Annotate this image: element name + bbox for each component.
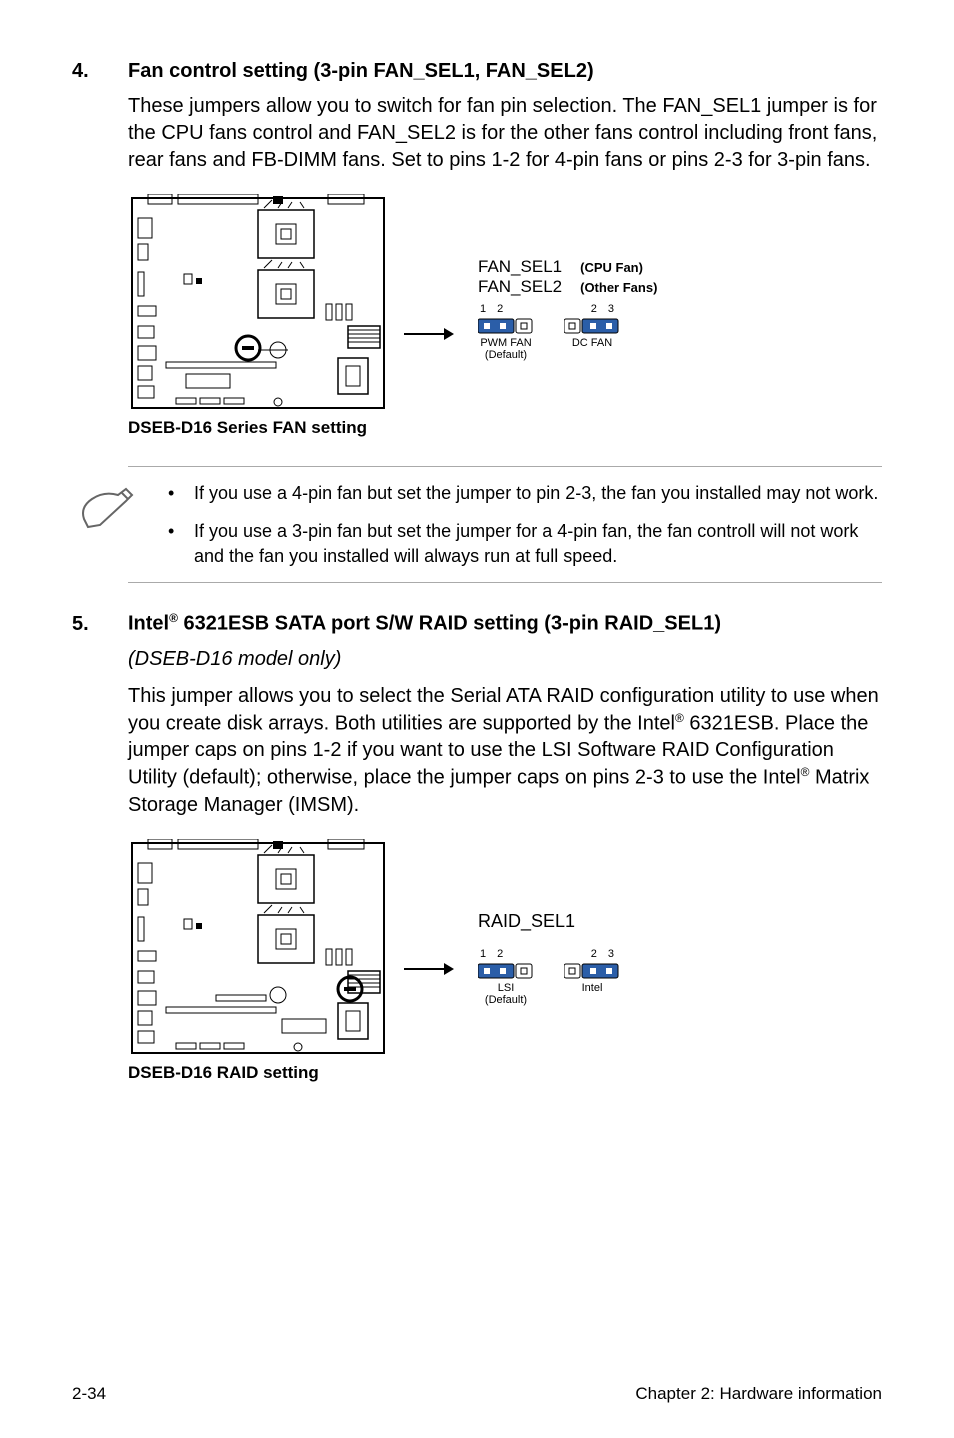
- lsi-label: LSI: [498, 982, 515, 994]
- bullet-icon: •: [168, 519, 176, 568]
- fan-sel2-label: FAN_SEL2: [478, 277, 562, 297]
- pins-23-label: 2 3: [591, 303, 620, 315]
- note-callout: • If you use a 4-pin fan but set the jum…: [128, 466, 882, 583]
- jumper-dc: 2 3 DC FAN: [564, 303, 620, 349]
- section-5: 5. Intel® 6321ESB SATA port S/W RAID set…: [72, 611, 882, 1083]
- title-rest: 6321ESB SATA port S/W RAID setting (3-pi…: [178, 613, 721, 635]
- fan-sel1-side: (CPU Fan): [580, 260, 643, 275]
- section-4-diagram: FAN_SEL1 (CPU Fan) FAN_SEL2 (Other Fans)…: [128, 194, 882, 438]
- jumper-cap-left-icon: [478, 962, 534, 980]
- pins-12-label-5: 1 2: [478, 948, 507, 960]
- pins-23-label-5: 2 3: [591, 948, 620, 960]
- note-list: • If you use a 4-pin fan but set the jum…: [168, 481, 882, 568]
- fan-sel2-side: (Other Fans): [580, 280, 657, 295]
- note-text-1: If you use a 4-pin fan but set the jumpe…: [194, 481, 878, 505]
- page-number: 2-34: [72, 1384, 106, 1404]
- registered-mark: ®: [169, 611, 178, 625]
- jumper-cap-right-icon: [564, 962, 620, 980]
- note-pencil-icon: [78, 485, 138, 529]
- intel-label: Intel: [582, 982, 603, 994]
- jumper-lsi: 1 2 LSI (Default): [478, 948, 534, 1006]
- motherboard-diagram-2: [128, 839, 388, 1059]
- page-footer: 2-34 Chapter 2: Hardware information: [72, 1384, 882, 1404]
- section-4-body: These jumpers allow you to switch for fa…: [128, 93, 882, 174]
- section-5-body: This jumper allows you to select the Ser…: [128, 683, 882, 819]
- motherboard-diagram: [128, 194, 388, 414]
- note-item-1: • If you use a 4-pin fan but set the jum…: [168, 481, 882, 505]
- section-5-diagram: RAID_SEL1 1 2 LSI: [128, 839, 882, 1083]
- jumper-intel: 2 3 Intel: [564, 948, 620, 994]
- lsi-default-label: (Default): [485, 994, 527, 1006]
- pwm-fan-label: PWM FAN: [480, 337, 531, 349]
- arrow-icon: [404, 324, 454, 344]
- section-4-title: Fan control setting (3-pin FAN_SEL1, FAN…: [128, 60, 594, 83]
- note-text-2: If you use a 3-pin fan but set the jumpe…: [194, 519, 882, 568]
- dc-fan-label: DC FAN: [572, 337, 612, 349]
- section-4: 4. Fan control setting (3-pin FAN_SEL1, …: [72, 60, 882, 438]
- registered-mark: ®: [675, 711, 684, 725]
- section-5-title: Intel® 6321ESB SATA port S/W RAID settin…: [128, 611, 721, 636]
- note-item-2: • If you use a 3-pin fan but set the jum…: [168, 519, 882, 568]
- section-5-subtitle: (DSEB-D16 model only): [128, 646, 882, 673]
- pins-12-label: 1 2: [478, 303, 507, 315]
- fan-sel1-label: FAN_SEL1: [478, 257, 562, 277]
- jumper-cap-left-icon: [478, 317, 534, 335]
- jumper-detail-4: FAN_SEL1 (CPU Fan) FAN_SEL2 (Other Fans)…: [478, 257, 657, 361]
- jumper-cap-right-icon: [564, 317, 620, 335]
- diagram-5-caption: DSEB-D16 RAID setting: [128, 1063, 882, 1083]
- section-4-heading: 4. Fan control setting (3-pin FAN_SEL1, …: [72, 60, 882, 83]
- pwm-default-label: (Default): [485, 349, 527, 361]
- section-5-number: 5.: [72, 613, 128, 636]
- jumper-detail-5: RAID_SEL1 1 2 LSI: [478, 911, 620, 1006]
- diagram-4-caption: DSEB-D16 Series FAN setting: [128, 418, 882, 438]
- raid-sel1-label: RAID_SEL1: [478, 911, 575, 932]
- title-prefix: Intel: [128, 613, 169, 635]
- jumper-pwm: 1 2 PWM FAN (Default): [478, 303, 534, 361]
- chapter-label: Chapter 2: Hardware information: [635, 1384, 882, 1404]
- bullet-icon: •: [168, 481, 176, 505]
- section-4-number: 4.: [72, 60, 128, 83]
- arrow-icon: [404, 959, 454, 979]
- section-5-heading: 5. Intel® 6321ESB SATA port S/W RAID set…: [72, 611, 882, 636]
